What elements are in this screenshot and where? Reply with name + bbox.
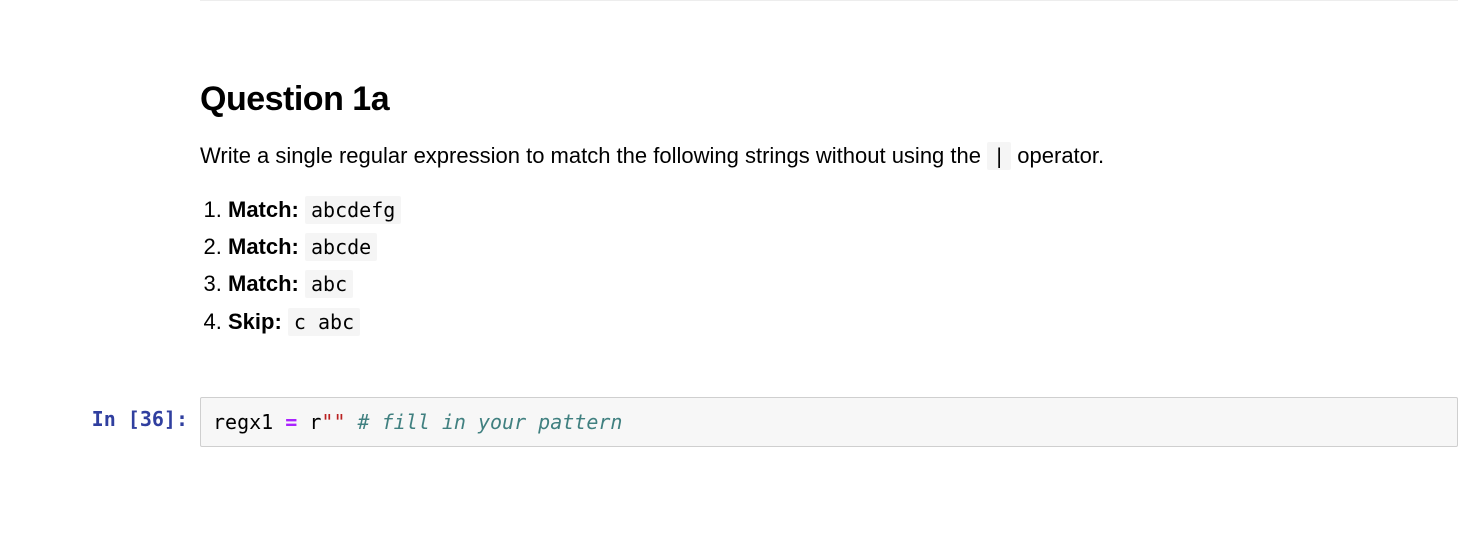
list-code: abc bbox=[305, 270, 353, 298]
markdown-prompt bbox=[0, 32, 200, 64]
cell-divider bbox=[200, 0, 1458, 1]
code-token-comment: # fill in your pattern bbox=[358, 410, 623, 434]
list-item: Match: abcdefg bbox=[228, 192, 1466, 227]
markdown-cell: Question 1a Write a single regular expre… bbox=[0, 32, 1478, 369]
code-cell-prompt: In [36]: bbox=[0, 397, 200, 447]
code-token-str-prefix: r bbox=[309, 410, 321, 434]
pipe-operator-code: | bbox=[987, 142, 1011, 170]
code-cell-editor[interactable]: regx1 = r"" # fill in your pattern bbox=[200, 397, 1458, 447]
code-token-assign: = bbox=[285, 410, 297, 434]
list-item: Skip: c abc bbox=[228, 304, 1466, 339]
intro-text-post: operator. bbox=[1017, 143, 1104, 168]
list-code: c abc bbox=[288, 308, 360, 336]
list-item: Match: abc bbox=[228, 266, 1466, 301]
list-code: abcde bbox=[305, 233, 377, 261]
question-intro: Write a single regular expression to mat… bbox=[200, 139, 1466, 172]
intro-text-pre: Write a single regular expression to mat… bbox=[200, 143, 987, 168]
list-label: Match: bbox=[228, 197, 299, 222]
question-heading: Question 1a bbox=[200, 80, 1466, 119]
code-cell: In [36]: regx1 = r"" # fill in your patt… bbox=[0, 397, 1478, 447]
pattern-list: Match: abcdefg Match: abcde Match: abc S… bbox=[200, 192, 1466, 339]
blank-prompt bbox=[0, 0, 200, 32]
list-code: abcdefg bbox=[305, 196, 401, 224]
code-token-string: "" bbox=[321, 410, 345, 434]
list-item: Match: abcde bbox=[228, 229, 1466, 264]
code-token-variable: regx1 bbox=[213, 410, 273, 434]
list-label: Skip: bbox=[228, 309, 282, 334]
list-label: Match: bbox=[228, 234, 299, 259]
list-label: Match: bbox=[228, 271, 299, 296]
markdown-body: Question 1a Write a single regular expre… bbox=[200, 32, 1478, 369]
